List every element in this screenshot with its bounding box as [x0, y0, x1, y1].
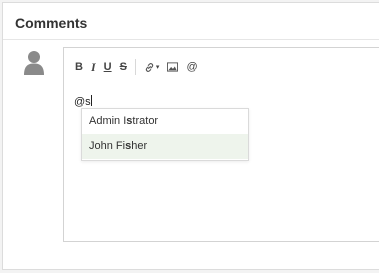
editor-value: @s [74, 96, 91, 108]
suggestion-text: Admin I [89, 115, 127, 127]
italic-button[interactable]: I [91, 59, 96, 75]
editor-toolbar: B I U S ▾ @ [64, 48, 379, 86]
suggestion-text: trator [132, 115, 159, 127]
suggestion-text: her [131, 140, 148, 152]
link-button[interactable]: ▾ [144, 59, 160, 75]
mention-suggestion-item[interactable]: Admin Istrator [82, 109, 248, 134]
mention-button[interactable]: @ [186, 59, 197, 75]
underline-button[interactable]: U [104, 59, 112, 75]
image-icon [167, 62, 179, 72]
link-icon [145, 62, 154, 72]
editor-text[interactable]: @s [74, 95, 92, 108]
strikethrough-button[interactable]: S [120, 59, 127, 75]
suggestion-text: John Fi [89, 140, 126, 152]
user-avatar-icon [24, 51, 44, 75]
toolbar-separator [134, 59, 136, 75]
header-divider [3, 39, 379, 40]
comments-title: Comments [15, 15, 88, 31]
mention-suggestion-item-highlighted[interactable]: John Fisher [82, 134, 248, 159]
mention-suggestions-dropdown: Admin Istrator John Fisher [81, 108, 249, 161]
bold-button[interactable]: B [75, 59, 83, 75]
chevron-down-icon: ▾ [155, 64, 160, 71]
image-button[interactable] [167, 59, 179, 75]
text-cursor [90, 95, 92, 106]
